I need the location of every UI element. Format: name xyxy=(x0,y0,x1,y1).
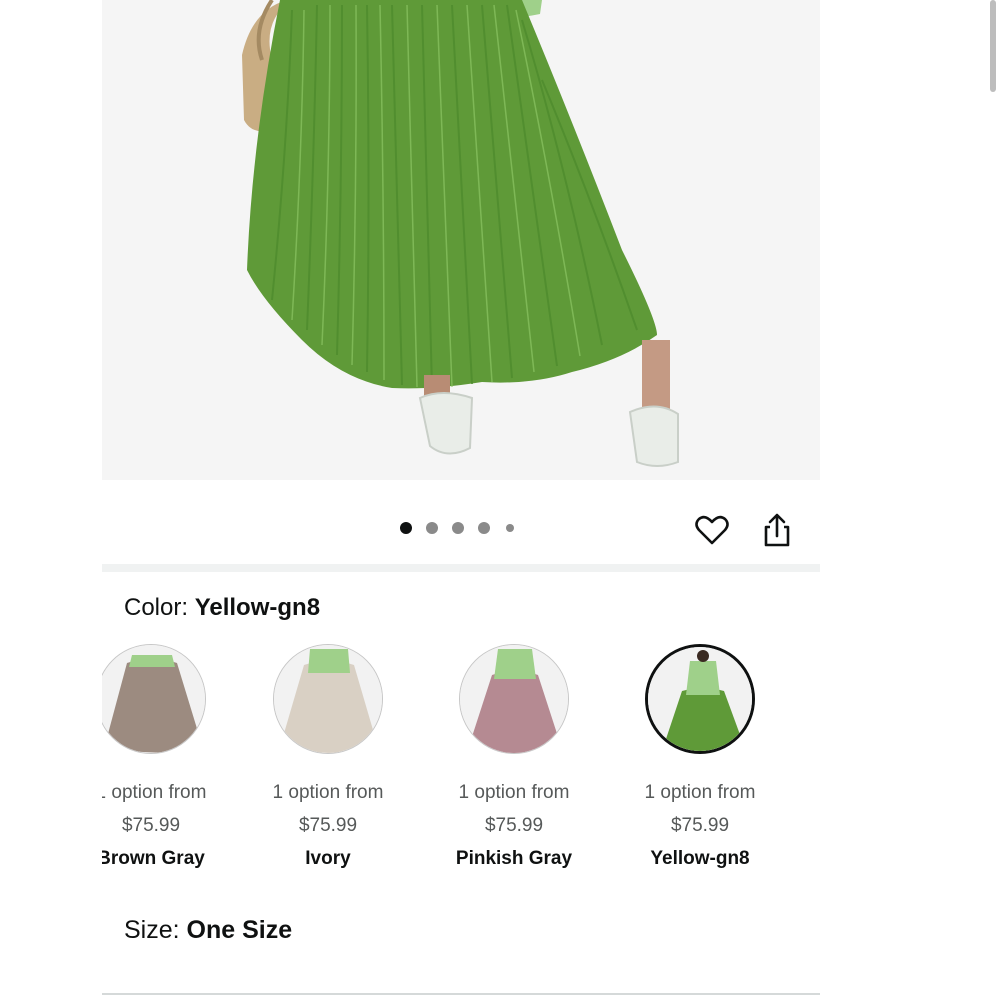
carousel-dot[interactable] xyxy=(478,522,490,534)
option-price: $75.99 xyxy=(484,815,544,836)
carousel-dot[interactable] xyxy=(426,522,438,534)
carousel-dots xyxy=(400,521,528,535)
carousel-dot[interactable] xyxy=(506,524,514,532)
size-heading: Size: One Size xyxy=(124,916,292,945)
wishlist-button[interactable] xyxy=(692,510,732,550)
option-price: $75.99 xyxy=(121,815,181,836)
color-option-yellow-gn8[interactable]: 1 option from $75.99 Yellow-gn8 xyxy=(607,644,793,869)
section-divider xyxy=(102,993,820,995)
scrollbar[interactable] xyxy=(990,0,996,92)
option-price: $75.99 xyxy=(670,815,730,836)
option-price: $75.99 xyxy=(298,815,358,836)
section-divider xyxy=(102,564,820,572)
selected-size: One Size xyxy=(186,916,293,944)
carousel-dot[interactable] xyxy=(452,522,464,534)
swatch-thumbnail xyxy=(273,644,383,754)
swatch-thumbnail xyxy=(459,644,569,754)
product-page: Color: Yellow-gn8 1 option from $75.99 B… xyxy=(102,0,820,1000)
color-heading: Color: Yellow-gn8 xyxy=(124,594,320,622)
color-option-pinkish-gray[interactable]: 1 option from $75.99 Pinkish Gray xyxy=(421,644,607,869)
share-button[interactable] xyxy=(757,510,797,550)
share-icon xyxy=(764,513,790,547)
heart-icon xyxy=(695,515,729,545)
swatch-thumbnail xyxy=(102,644,206,754)
option-name: Brown Gray xyxy=(102,848,205,869)
swatch-thumbnail-selected xyxy=(645,644,755,754)
color-option-ivory[interactable]: 1 option from $75.99 Ivory xyxy=(235,644,421,869)
skirt-illustration xyxy=(242,0,679,467)
option-name: Pinkish Gray xyxy=(455,848,573,869)
option-count: 1 option from xyxy=(272,782,384,803)
option-count: 1 option from xyxy=(458,782,570,803)
selected-color: Yellow-gn8 xyxy=(194,594,321,621)
carousel-dot[interactable] xyxy=(400,522,412,534)
option-name: Yellow-gn8 xyxy=(650,848,750,869)
option-count: 1 option from xyxy=(102,782,207,803)
option-name: Ivory xyxy=(305,848,351,869)
color-option-brown-gray[interactable]: 1 option from $75.99 Brown Gray xyxy=(102,644,244,869)
color-label: Color: xyxy=(124,594,195,621)
size-label: Size: xyxy=(124,916,187,944)
image-controls xyxy=(102,480,820,568)
option-count: 1 option from xyxy=(644,782,756,803)
product-image[interactable] xyxy=(102,0,820,480)
